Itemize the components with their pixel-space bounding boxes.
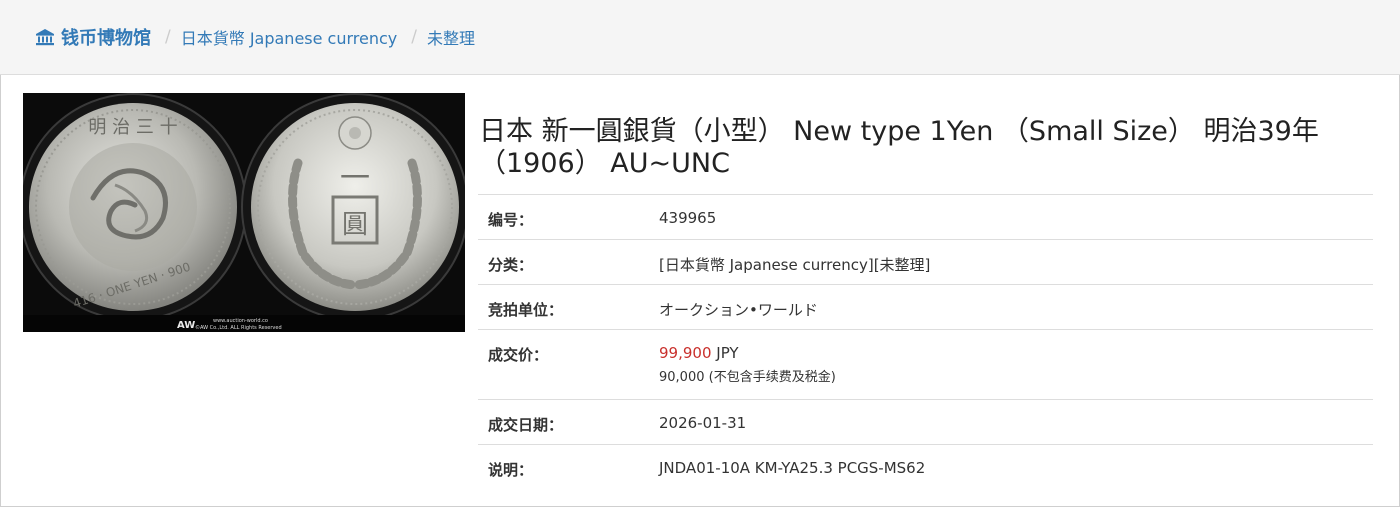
watermark-copyright: ©AW Co.,Ltd. ALL Rights Reserved [195, 324, 282, 331]
coin-title: 日本 新一圓銀貨（小型） New type 1Yen （Small Size） … [479, 116, 1319, 179]
svg-text:明 治 三 十: 明 治 三 十 [88, 117, 177, 138]
detail-row-category: 分类： [日本貨幣 Japanese currency][未整理] [478, 239, 1373, 285]
sale-price-value: 99,900 JPY 90,000 (不包含手续费及税金) [650, 329, 1373, 400]
coin-image[interactable]: 明 治 三 十 416 · ONE YEN · 900 一 圓 AW www.a… [23, 93, 465, 332]
breadcrumb-home-label: 钱币博物馆 [61, 28, 151, 49]
sale-price-note: 90,000 (不包含手续费及税金) [659, 370, 836, 385]
detail-row-sale-price: 成交价： 99,900 JPY 90,000 (不包含手续费及税金) [478, 329, 1373, 400]
breadcrumb-category-link[interactable]: 日本貨幣 Japanese currency [181, 25, 398, 49]
breadcrumb-separator: / [411, 27, 418, 47]
detail-row-auction-house: 竞拍单位： オークション•ワールド [478, 284, 1373, 330]
sale-price-currency: JPY [716, 344, 739, 362]
watermark-logo: AW [177, 320, 195, 331]
description-label: 说明： [478, 444, 650, 490]
svg-text:圓: 圓 [342, 210, 368, 240]
number-label: 编号： [478, 194, 650, 240]
detail-row-description: 说明： JNDA01-10A KM-YA25.3 PCGS-MS62 [478, 444, 1373, 490]
coin-reverse-denomination: 一 圓 [251, 103, 459, 311]
svg-text:一: 一 [340, 161, 370, 196]
watermark-url: www.auction-world.co [213, 318, 268, 324]
detail-row-number: 编号： 439965 [478, 194, 1373, 240]
coin-obverse-dragon: 明 治 三 十 416 · ONE YEN · 900 [29, 103, 237, 311]
sale-price-label: 成交价： [478, 329, 650, 400]
sale-date-label: 成交日期： [478, 399, 650, 445]
category-label: 分类： [478, 239, 650, 285]
detail-row-sale-date: 成交日期： 2026-01-31 [478, 399, 1373, 445]
coin-details-table: 编号： 439965 分类： [日本貨幣 Japanese currency][… [478, 194, 1373, 490]
breadcrumb-separator: / [165, 27, 171, 47]
museum-icon [36, 29, 54, 46]
auction-house-value: オークション•ワールド [650, 284, 1373, 330]
breadcrumb-home-link[interactable]: 钱币博物馆 [35, 24, 151, 50]
breadcrumb: 钱币博物馆 / 日本貨幣 Japanese currency / 未整理 [0, 0, 1400, 75]
sale-price-amount: 99,900 [659, 344, 712, 362]
breadcrumb-subcategory-link[interactable]: 未整理 [427, 25, 475, 49]
auction-house-label: 竞拍单位： [478, 284, 650, 330]
category-value: [日本貨幣 Japanese currency][未整理] [650, 239, 1373, 285]
sale-date-value: 2026-01-31 [650, 399, 1373, 445]
number-value: 439965 [650, 194, 1373, 240]
description-value: JNDA01-10A KM-YA25.3 PCGS-MS62 [650, 444, 1373, 490]
